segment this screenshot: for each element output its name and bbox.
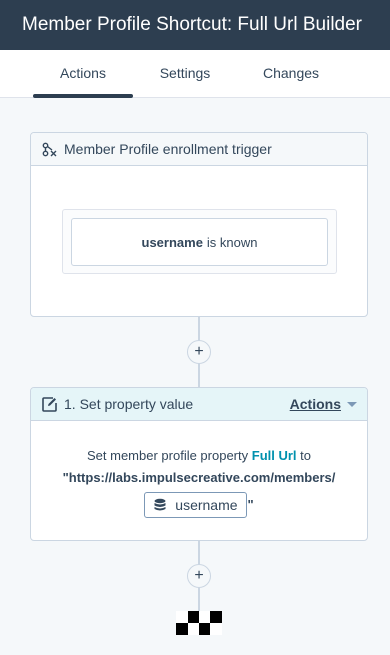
action-card-header: 1. Set property value Actions: [31, 388, 367, 421]
action-prefix: Set member profile property: [87, 448, 249, 463]
action-description: Set member profile property Full Url to …: [31, 421, 367, 518]
action-to: to: [300, 448, 311, 463]
database-icon: [153, 498, 167, 512]
plus-icon: +: [194, 567, 204, 584]
trigger-card-header: Member Profile enrollment trigger: [31, 133, 367, 166]
workflow-title-bar: Member Profile Shortcut: Full Url Builde…: [0, 0, 390, 50]
tab-actions[interactable]: Actions: [33, 50, 133, 98]
add-action-button[interactable]: +: [187, 340, 211, 364]
actions-dropdown[interactable]: Actions: [290, 396, 357, 412]
workflow-end-flag-icon: [176, 611, 222, 635]
plus-icon: +: [194, 343, 204, 360]
token-row: username ": [31, 492, 367, 518]
username-token[interactable]: username: [144, 492, 247, 518]
filter-group: username is known: [62, 209, 337, 274]
url-value: "https://labs.impulsecreative.com/member…: [62, 470, 336, 485]
action-title: 1. Set property value: [64, 396, 194, 412]
branch-filter-icon: [41, 141, 57, 157]
filter-condition[interactable]: username is known: [71, 218, 328, 266]
active-tab-indicator: [33, 94, 133, 98]
workflow-title: Member Profile Shortcut: Full Url Builde…: [22, 14, 362, 35]
token-label: username: [175, 497, 238, 513]
caret-down-icon: [347, 401, 357, 407]
edit-icon: [41, 396, 57, 412]
tab-bar: Actions Settings Changes: [0, 50, 390, 98]
set-property-action-card[interactable]: 1. Set property value Actions Set member…: [30, 387, 368, 541]
filter-property: username: [141, 234, 203, 250]
tab-changes[interactable]: Changes: [255, 50, 327, 98]
closing-quote: ": [247, 497, 254, 512]
add-action-button[interactable]: +: [187, 564, 211, 588]
actions-dropdown-label: Actions: [289, 396, 341, 412]
filter-operator: is known: [206, 234, 258, 250]
target-property: Full Url: [251, 448, 297, 463]
enrollment-trigger-card[interactable]: Member Profile enrollment trigger userna…: [30, 132, 368, 317]
tab-settings[interactable]: Settings: [150, 50, 220, 98]
trigger-title: Member Profile enrollment trigger: [64, 141, 272, 157]
action-line-1: Set member profile property Full Url to: [31, 445, 367, 467]
